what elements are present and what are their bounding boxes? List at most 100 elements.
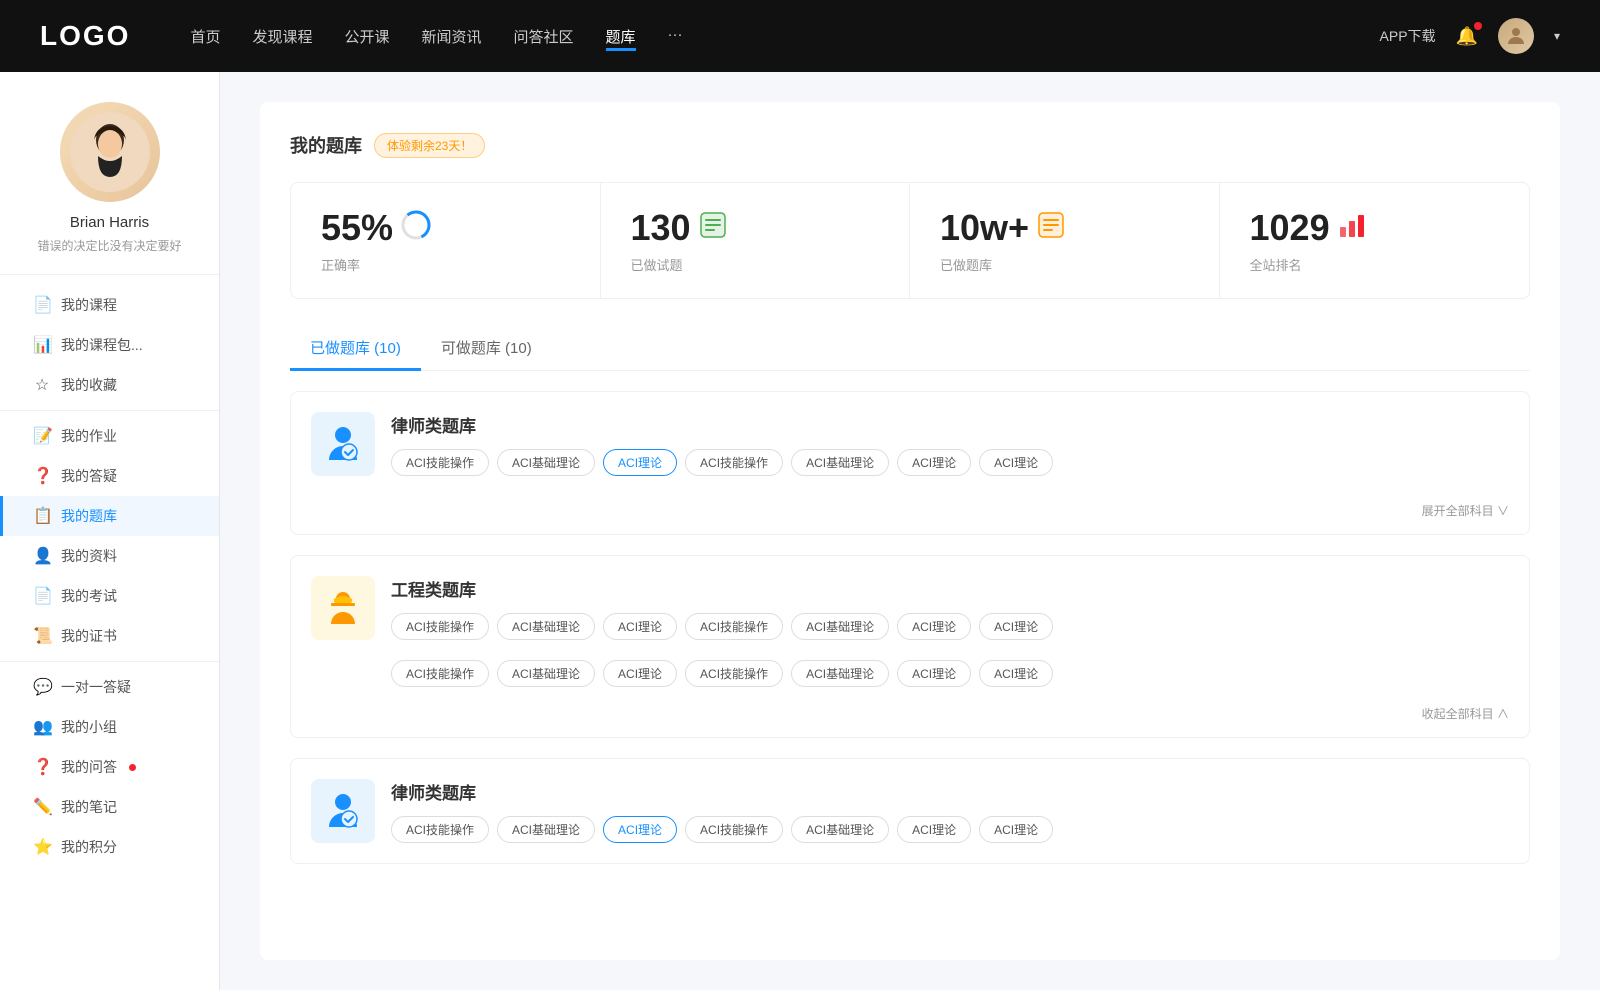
tag-2r-3[interactable]: ACI技能操作 xyxy=(685,660,783,687)
tab-available[interactable]: 可做题库 (10) xyxy=(421,327,552,371)
sidebar-item-exam[interactable]: 📄 我的考试 xyxy=(0,576,219,616)
sidebar-username: Brian Harris xyxy=(70,214,149,231)
sidebar-item-label: 我的题库 xyxy=(61,506,117,526)
topic-footer-1: 展开全部科目 ∨ xyxy=(291,496,1529,534)
sidebar-item-my-qa[interactable]: ❓ 我的问答 xyxy=(0,747,219,787)
expand-link-1[interactable]: 展开全部科目 ∨ xyxy=(1422,504,1509,518)
tag-2r-6[interactable]: ACI理论 xyxy=(979,660,1053,687)
nav-item-quiz[interactable]: 题库 xyxy=(606,22,636,51)
tag-2-0[interactable]: ACI技能操作 xyxy=(391,613,489,640)
done-questions-icon xyxy=(699,211,727,245)
questions-icon: ❓ xyxy=(33,466,51,486)
sidebar-item-points[interactable]: ⭐ 我的积分 xyxy=(0,827,219,867)
tag-3-3[interactable]: ACI技能操作 xyxy=(685,816,783,843)
collapse-link-2[interactable]: 收起全部科目 ∧ xyxy=(1422,707,1509,721)
trial-badge: 体验剩余23天！ xyxy=(374,133,485,158)
tag-2r-0[interactable]: ACI技能操作 xyxy=(391,660,489,687)
sidebar-item-label: 我的笔记 xyxy=(61,797,117,817)
tag-3-1[interactable]: ACI基础理论 xyxy=(497,816,595,843)
notification-bell[interactable]: 🔔 xyxy=(1456,26,1478,47)
sidebar-item-quiz-bank[interactable]: 📋 我的题库 xyxy=(0,496,219,536)
tag-1-4[interactable]: ACI基础理论 xyxy=(791,449,889,476)
topic-tags-2: ACI技能操作 ACI基础理论 ACI理论 ACI技能操作 ACI基础理论 AC… xyxy=(391,613,1509,640)
done-banks-value: 10w+ xyxy=(940,207,1029,249)
sidebar-item-notes[interactable]: ✏️ 我的笔记 xyxy=(0,787,219,827)
tag-3-5[interactable]: ACI理论 xyxy=(897,816,971,843)
topic-content-2: 工程类题库 ACI技能操作 ACI基础理论 ACI理论 ACI技能操作 ACI基… xyxy=(391,576,1509,640)
navbar: LOGO 首页 发现课程 公开课 新闻资讯 问答社区 题库 ··· APP下载 … xyxy=(0,0,1600,72)
sidebar-item-my-courses[interactable]: 📄 我的课程 xyxy=(0,285,219,325)
exam-icon: 📄 xyxy=(33,586,51,606)
topic-content-3: 律师类题库 ACI技能操作 ACI基础理论 ACI理论 ACI技能操作 ACI基… xyxy=(391,779,1509,843)
tag-2r-5[interactable]: ACI理论 xyxy=(897,660,971,687)
user-dropdown-icon[interactable]: ▾ xyxy=(1554,29,1560,43)
notification-badge xyxy=(1474,22,1482,30)
tag-3-6[interactable]: ACI理论 xyxy=(979,816,1053,843)
tag-2r-1[interactable]: ACI基础理论 xyxy=(497,660,595,687)
topic-header-2: 工程类题库 ACI技能操作 ACI基础理论 ACI理论 ACI技能操作 ACI基… xyxy=(291,556,1529,660)
topic-name-3: 律师类题库 xyxy=(391,779,1509,804)
quiz-bank-icon: 📋 xyxy=(33,506,51,526)
tag-1-6[interactable]: ACI理论 xyxy=(979,449,1053,476)
app-download-button[interactable]: APP下载 xyxy=(1380,26,1436,46)
tab-done[interactable]: 已做题库 (10) xyxy=(290,327,421,371)
my-qa-icon: ❓ xyxy=(33,757,51,777)
sidebar-item-label: 我的课程 xyxy=(61,295,117,315)
tag-2-6[interactable]: ACI理论 xyxy=(979,613,1053,640)
stat-rank: 1029 全站排名 xyxy=(1220,183,1530,298)
sidebar-item-label: 我的考试 xyxy=(61,586,117,606)
sidebar-item-course-packages[interactable]: 📊 我的课程包... xyxy=(0,325,219,365)
points-icon: ⭐ xyxy=(33,837,51,857)
tag-2r-4[interactable]: ACI基础理论 xyxy=(791,660,889,687)
sidebar-item-label: 我的答疑 xyxy=(61,466,117,486)
sidebar-item-certificate[interactable]: 📜 我的证书 xyxy=(0,616,219,656)
rank-icon xyxy=(1338,211,1366,245)
nav-item-qa[interactable]: 问答社区 xyxy=(514,22,574,51)
sidebar-item-label: 我的作业 xyxy=(61,426,117,446)
topic-name-1: 律师类题库 xyxy=(391,412,1509,437)
sidebar-item-label: 我的小组 xyxy=(61,717,117,737)
page-title: 我的题库 xyxy=(290,132,362,158)
topic-footer-2: 收起全部科目 ∧ xyxy=(291,699,1529,737)
nav-item-news[interactable]: 新闻资讯 xyxy=(422,22,482,51)
sidebar-item-label: 我的课程包... xyxy=(61,335,143,355)
page-header: 我的题库 体验剩余23天！ xyxy=(290,132,1530,158)
topic-icon-lawyer-3 xyxy=(311,779,375,843)
tag-2-5[interactable]: ACI理论 xyxy=(897,613,971,640)
nav-item-more[interactable]: ··· xyxy=(668,22,683,51)
tag-2-2[interactable]: ACI理论 xyxy=(603,613,677,640)
sidebar-item-profile[interactable]: 👤 我的资料 xyxy=(0,536,219,576)
sidebar-item-favorites[interactable]: ☆ 我的收藏 xyxy=(0,365,219,405)
nav-item-open[interactable]: 公开课 xyxy=(344,22,389,51)
group-icon: 👥 xyxy=(33,717,51,737)
tag-2-4[interactable]: ACI基础理论 xyxy=(791,613,889,640)
certificate-icon: 📜 xyxy=(33,626,51,646)
tag-2-3[interactable]: ACI技能操作 xyxy=(685,613,783,640)
sidebar-item-one-on-one[interactable]: 💬 一对一答疑 xyxy=(0,667,219,707)
sidebar-profile: Brian Harris 错误的决定比没有决定要好 xyxy=(0,72,219,275)
tag-1-1[interactable]: ACI基础理论 xyxy=(497,449,595,476)
stat-done-banks: 10w+ 已做题库 xyxy=(910,183,1220,298)
sidebar-item-label: 我的收藏 xyxy=(61,375,117,395)
sidebar-item-questions[interactable]: ❓ 我的答疑 xyxy=(0,456,219,496)
tag-2-1[interactable]: ACI基础理论 xyxy=(497,613,595,640)
sidebar-item-homework[interactable]: 📝 我的作业 xyxy=(0,416,219,456)
divider2 xyxy=(0,661,219,662)
tag-1-3[interactable]: ACI技能操作 xyxy=(685,449,783,476)
topic-section-1: 律师类题库 ACI技能操作 ACI基础理论 ACI理论 ACI技能操作 ACI基… xyxy=(290,391,1530,535)
topic-content-1: 律师类题库 ACI技能操作 ACI基础理论 ACI理论 ACI技能操作 ACI基… xyxy=(391,412,1509,476)
tag-1-0[interactable]: ACI技能操作 xyxy=(391,449,489,476)
tag-3-0[interactable]: ACI技能操作 xyxy=(391,816,489,843)
avatar[interactable] xyxy=(1498,18,1534,54)
tag-2r-2[interactable]: ACI理论 xyxy=(603,660,677,687)
sidebar-item-label: 我的问答 xyxy=(61,757,117,777)
nav-item-courses[interactable]: 发现课程 xyxy=(252,22,312,51)
tag-3-4[interactable]: ACI基础理论 xyxy=(791,816,889,843)
sidebar-item-group[interactable]: 👥 我的小组 xyxy=(0,707,219,747)
profile-icon: 👤 xyxy=(33,546,51,566)
tag-1-2[interactable]: ACI理论 xyxy=(603,449,677,476)
tag-3-2[interactable]: ACI理论 xyxy=(603,816,677,843)
nav-item-home[interactable]: 首页 xyxy=(190,22,220,51)
sidebar: Brian Harris 错误的决定比没有决定要好 📄 我的课程 📊 我的课程包… xyxy=(0,72,220,990)
tag-1-5[interactable]: ACI理论 xyxy=(897,449,971,476)
